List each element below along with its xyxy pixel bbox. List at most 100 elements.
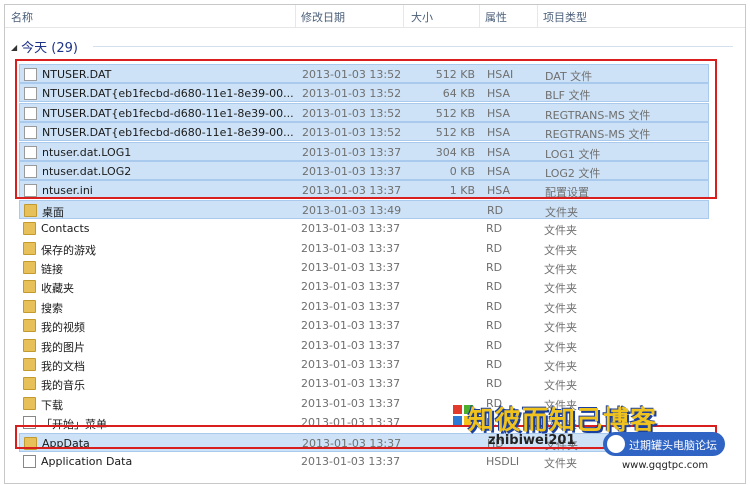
file-row[interactable]: Contacts 2013-01-03 13:37 RD 文件夹 bbox=[19, 219, 709, 238]
file-icon bbox=[24, 68, 37, 81]
file-name: NTUSER.DAT{eb1fecbd-d680-11e1-8e39-00... bbox=[42, 87, 294, 101]
group-header-today[interactable]: ◢ 今天 (29) bbox=[11, 37, 78, 56]
file-date: 2013-01-03 13:37 bbox=[301, 241, 401, 255]
shortcut-icon bbox=[23, 455, 36, 468]
file-type: DAT 文件 bbox=[545, 70, 593, 83]
file-date: 2013-01-03 13:52 bbox=[302, 106, 402, 120]
file-date: 2013-01-03 13:37 bbox=[302, 145, 402, 159]
folder-icon bbox=[23, 241, 36, 255]
file-type: 文件夹 bbox=[544, 457, 577, 470]
file-name: AppData bbox=[42, 436, 90, 450]
file-row[interactable]: Application Data 2013-01-03 13:37 HSDLI 文件夹 bbox=[19, 452, 709, 471]
column-type[interactable]: 项目类型 bbox=[543, 9, 587, 25]
collapse-triangle-icon[interactable]: ◢ bbox=[11, 43, 17, 52]
file-date: 2013-01-03 13:52 bbox=[302, 87, 402, 101]
folder-icon bbox=[23, 280, 36, 294]
settings-file-icon bbox=[24, 184, 37, 198]
file-name: Contacts bbox=[41, 222, 90, 236]
file-attr: RD bbox=[486, 241, 503, 255]
folder-icon bbox=[23, 377, 36, 391]
file-row[interactable]: NTUSER.DAT 2013-01-03 13:52 512 KB HSAI DAT … bbox=[19, 64, 709, 83]
file-name: 我的视频 bbox=[41, 321, 85, 335]
file-type: 文件夹 bbox=[544, 282, 577, 296]
file-name: 保存的游戏 bbox=[41, 243, 96, 257]
file-date: 2013-01-03 13:37 bbox=[302, 165, 402, 178]
file-attr: RD bbox=[486, 338, 503, 352]
file-icon bbox=[24, 145, 37, 159]
file-attr: RD bbox=[486, 299, 503, 313]
file-row[interactable]: NTUSER.DAT{eb1fecbd-d680-11e1-8e39-00...… bbox=[19, 102, 709, 122]
file-row[interactable]: 链接 2013-01-03 13:37 RD 文件夹 bbox=[19, 258, 709, 277]
file-name: ntuser.dat.LOG1 bbox=[42, 145, 132, 159]
file-row[interactable]: ntuser.dat.LOG2 2013-01-03 13:37 0 KB HSA LO… bbox=[19, 161, 709, 180]
file-row[interactable]: 收藏夹 2013-01-03 13:37 RD 文件夹 bbox=[19, 277, 709, 296]
column-name[interactable]: 名称 bbox=[11, 9, 33, 25]
file-row[interactable]: 我的音乐 2013-01-03 13:37 RD 文件夹 bbox=[19, 374, 709, 393]
file-row[interactable]: 我的图片 2013-01-03 13:37 RD 文件夹 bbox=[19, 336, 709, 355]
file-attr: RD bbox=[486, 261, 503, 274]
file-attr: RD bbox=[486, 280, 503, 294]
folder-icon bbox=[23, 319, 36, 333]
file-size: 512 KB bbox=[435, 106, 475, 120]
file-name: 链接 bbox=[41, 263, 63, 276]
file-row[interactable]: 我的文档 2013-01-03 13:37 RD 文件夹 bbox=[19, 355, 709, 374]
file-name: ntuser.ini bbox=[42, 184, 93, 198]
file-row[interactable]: 搜索 2013-01-03 13:37 RD 文件夹 bbox=[19, 297, 709, 316]
file-row[interactable]: NTUSER.DAT{eb1fecbd-d680-11e1-8e39-00...… bbox=[19, 83, 709, 103]
file-icon bbox=[24, 106, 37, 120]
file-attr: RD bbox=[486, 222, 503, 236]
file-type: 文件夹 bbox=[544, 321, 577, 335]
file-date: 2013-01-03 13:52 bbox=[302, 68, 402, 81]
file-attr: HSA bbox=[487, 106, 510, 120]
file-icon bbox=[24, 165, 37, 178]
file-date: 2013-01-03 13:52 bbox=[302, 126, 402, 140]
file-date: 2013-01-03 13:37 bbox=[301, 338, 401, 352]
file-size: 0 KB bbox=[449, 165, 475, 178]
column-attributes[interactable]: 属性 bbox=[485, 9, 507, 25]
forum-badge-label: 过期罐头电脑论坛 bbox=[629, 439, 717, 452]
file-attr: HSA bbox=[487, 87, 510, 101]
file-type: 文件夹 bbox=[544, 263, 577, 276]
file-date: 2013-01-03 13:37 bbox=[301, 280, 401, 294]
file-name: NTUSER.DAT bbox=[42, 68, 112, 81]
file-size: 1 KB bbox=[449, 184, 475, 198]
file-type: 文件夹 bbox=[544, 379, 577, 393]
file-name: NTUSER.DAT{eb1fecbd-d680-11e1-8e39-00... bbox=[42, 126, 294, 140]
watermark-blog-url: zhibiwei201 bbox=[488, 433, 576, 448]
file-name: 桌面 bbox=[42, 205, 64, 219]
file-attr: RD bbox=[486, 319, 503, 333]
file-name: 「开始」菜单 bbox=[41, 418, 107, 432]
file-row[interactable]: 保存的游戏 2013-01-03 13:37 RD 文件夹 bbox=[19, 239, 709, 258]
file-row[interactable]: NTUSER.DAT{eb1fecbd-d680-11e1-8e39-00...… bbox=[19, 122, 709, 142]
folder-icon bbox=[23, 299, 36, 313]
folder-icon bbox=[23, 222, 36, 236]
file-row[interactable]: 桌面 2013-01-03 13:49 RD 文件夹 bbox=[19, 199, 709, 219]
file-size: 512 KB bbox=[435, 68, 475, 81]
file-size: 64 KB bbox=[442, 87, 475, 101]
forum-badge: 过期罐头电脑论坛 bbox=[603, 432, 725, 456]
file-date: 2013-01-03 13:37 bbox=[301, 358, 401, 371]
column-header: 名称 修改日期 大小 属性 项目类型 bbox=[5, 5, 745, 28]
file-row[interactable]: ntuser.ini 2013-01-03 13:37 1 KB HSA 配置设置 bbox=[19, 180, 709, 200]
file-date: 2013-01-03 13:37 bbox=[302, 184, 402, 198]
file-attr: HSA bbox=[487, 165, 510, 178]
file-name: 我的文档 bbox=[41, 360, 85, 373]
file-type: 文件夹 bbox=[544, 360, 577, 373]
file-date: 2013-01-03 13:37 bbox=[301, 222, 401, 236]
column-date[interactable]: 修改日期 bbox=[301, 9, 345, 25]
file-row[interactable]: 我的视频 2013-01-03 13:37 RD 文件夹 bbox=[19, 316, 709, 335]
file-name: 我的音乐 bbox=[41, 379, 85, 393]
file-date: 2013-01-03 13:37 bbox=[301, 396, 401, 410]
file-row[interactable]: ntuser.dat.LOG1 2013-01-03 13:37 304 KB HSA… bbox=[19, 141, 709, 161]
file-type: 文件夹 bbox=[544, 340, 577, 354]
column-size[interactable]: 大小 bbox=[411, 9, 433, 25]
file-attr: HSA bbox=[487, 126, 510, 140]
file-attr: HSA bbox=[487, 145, 510, 159]
file-type: 文件夹 bbox=[544, 224, 577, 238]
file-name: 收藏夹 bbox=[41, 282, 74, 296]
file-type: 配置设置 bbox=[545, 186, 589, 200]
file-date: 2013-01-03 13:37 bbox=[302, 436, 402, 450]
file-date: 2013-01-03 13:37 bbox=[301, 377, 401, 391]
folder-icon bbox=[24, 436, 37, 450]
folder-icon bbox=[23, 261, 36, 274]
